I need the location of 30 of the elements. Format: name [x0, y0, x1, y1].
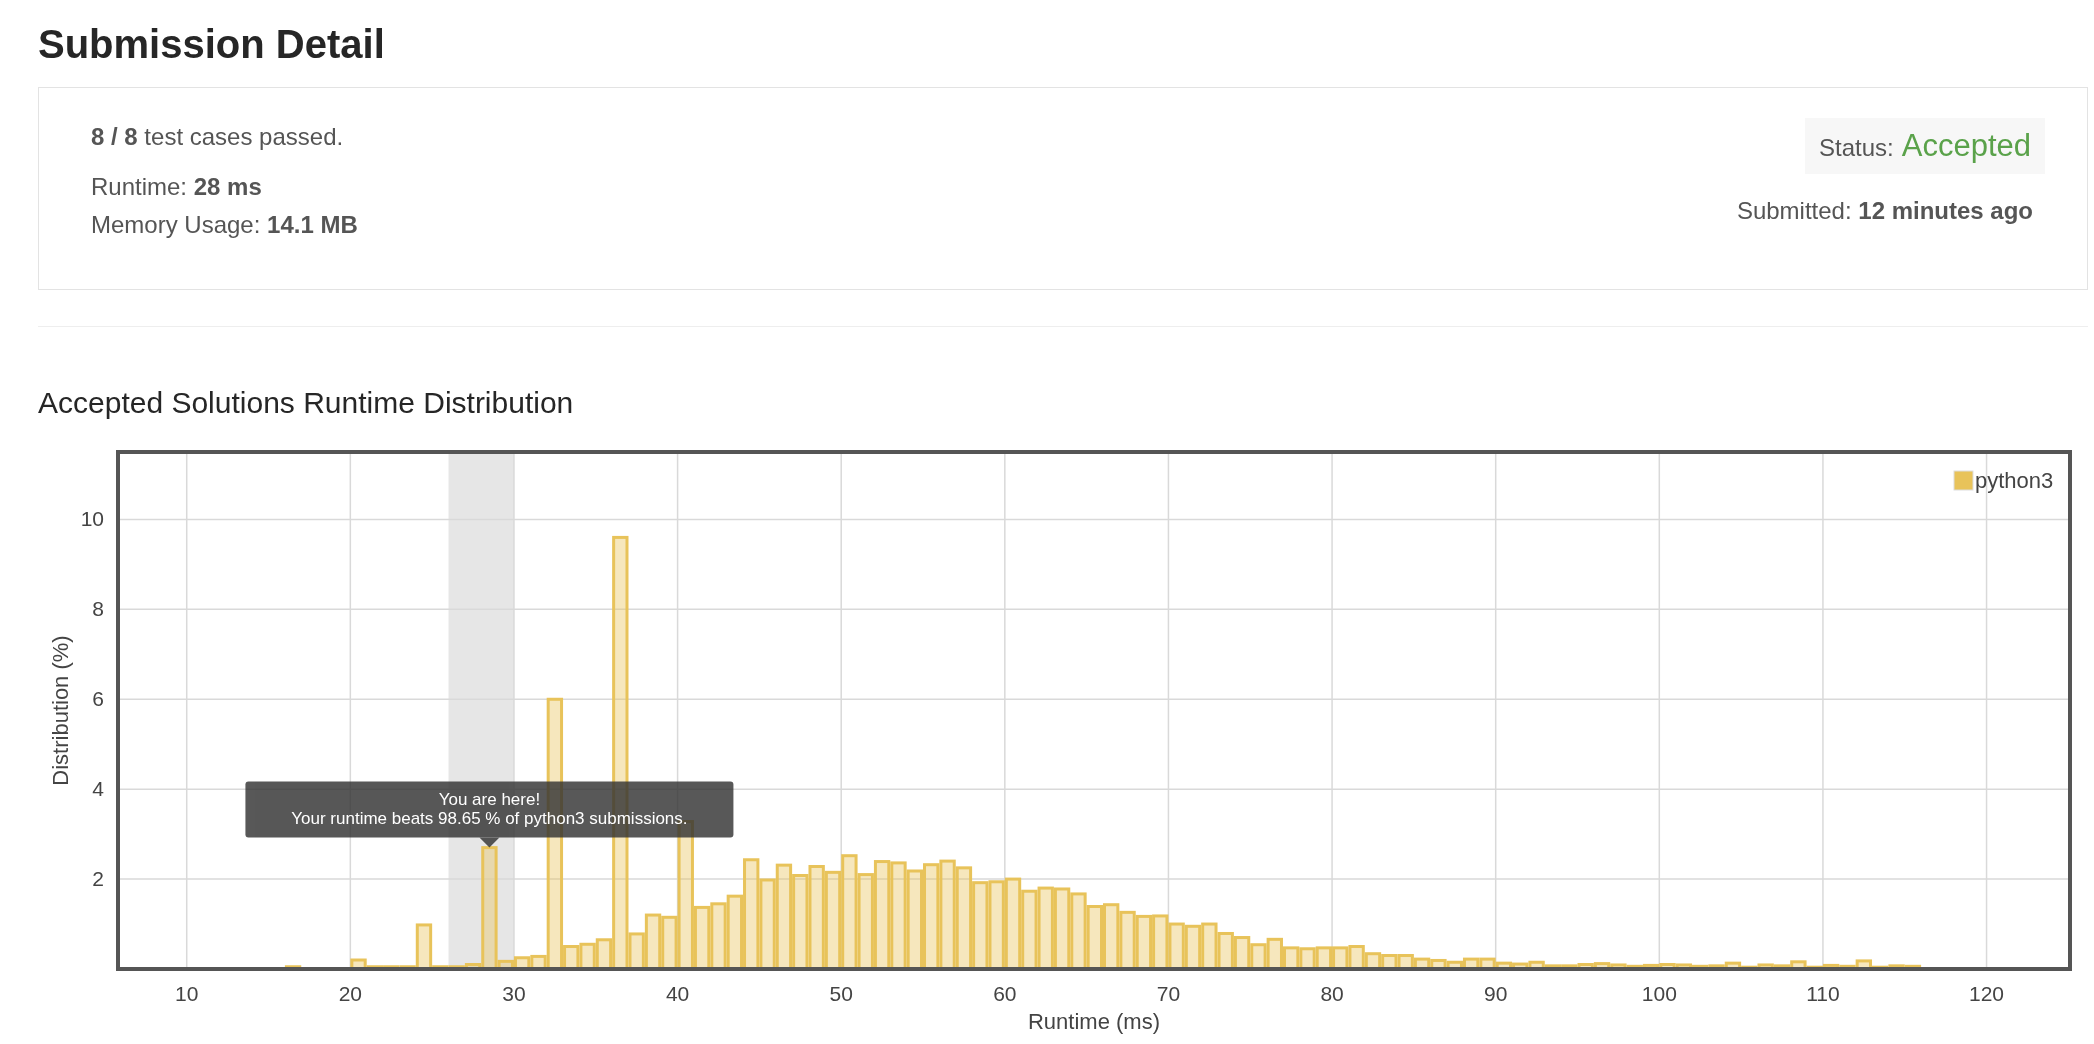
axis-tick-label: 50: [829, 982, 853, 1005]
tooltip-text: Your runtime beats 98.65 % of python3 submissions.: [291, 808, 688, 828]
axis-tick-label: 120: [1969, 982, 2005, 1005]
legend-label: python3: [1975, 468, 2054, 493]
axis-tick-label: 10: [80, 507, 104, 531]
axis-tick-label: 10: [175, 982, 199, 1005]
axis-tick-label: 4: [92, 777, 104, 801]
axis-tick-label: 6: [92, 687, 104, 711]
axis-tick-label: 90: [1484, 982, 1508, 1005]
status-value: Accepted: [1901, 128, 2031, 164]
x-axis-label: Runtime (ms): [1028, 1009, 1160, 1034]
axis-tick-label: 30: [502, 982, 526, 1005]
memory-text: Memory Usage: 14.1 MB: [91, 210, 358, 240]
status-label: Status:: [1819, 134, 1894, 162]
axis-tick-label: 70: [1156, 982, 1181, 1005]
axis-tick-label: 110: [1806, 982, 1840, 1005]
section-title: Accepted Solutions Runtime Distribution: [38, 385, 575, 421]
axis-tick-label: 20: [338, 982, 362, 1005]
runtime-text: Runtime: 28 ms: [91, 172, 263, 202]
axis-tick-label: 60: [993, 982, 1017, 1005]
submitted-text: Submitted: 12 minutes ago: [1736, 196, 2033, 226]
tooltip-text: You are here!: [438, 789, 541, 809]
axis-tick-label: 100: [1641, 982, 1677, 1005]
axis-tick-label: 40: [665, 982, 690, 1005]
page-title: Submission Detail: [38, 21, 386, 68]
y-axis-label: Distribution (%): [48, 635, 73, 786]
axis-tick-label: 80: [1320, 982, 1344, 1005]
tests-passed-text: 8 / 8 test cases passed.: [91, 122, 345, 152]
axis-tick-label: 8: [92, 597, 104, 621]
axis-tick-label: 2: [92, 867, 104, 891]
